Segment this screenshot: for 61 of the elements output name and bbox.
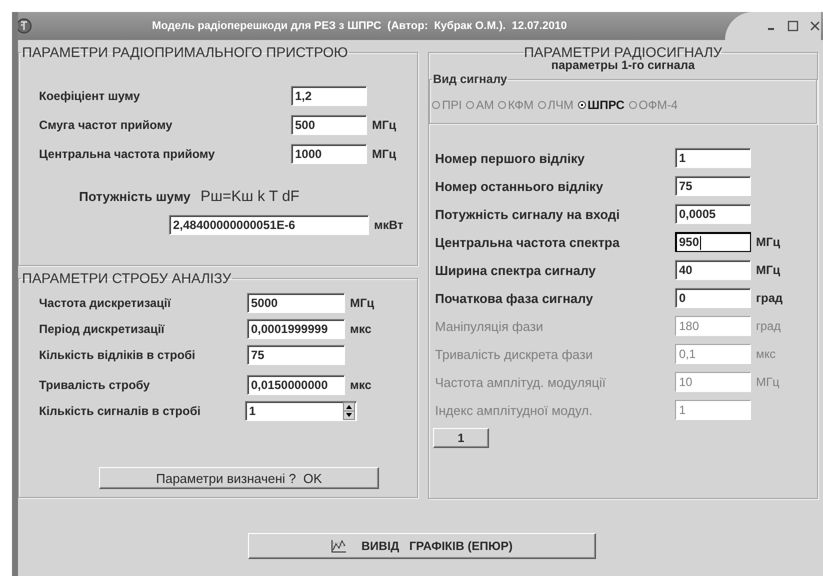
unit-label: МГц <box>756 263 780 277</box>
signal-number-button[interactable]: 1 <box>433 428 489 448</box>
unit-label: МГц <box>350 296 374 310</box>
unit-label: МГц <box>372 118 396 132</box>
input-field[interactable]: 1000 <box>291 144 367 164</box>
field-label: Частота дискретизації <box>39 296 172 310</box>
group-title: Вид сигналу <box>432 72 508 86</box>
input-field[interactable]: 1 <box>675 148 751 168</box>
field-label: Смуга частот прийому <box>39 118 174 132</box>
field-label: Тривалість дискрета фази <box>435 346 594 362</box>
unit-label: мкс <box>756 347 776 361</box>
input-field[interactable]: 5000 <box>247 293 345 313</box>
group-title: ПАРАМЕТРИ РАДІОСИГНАЛУ <box>524 44 722 60</box>
formula-text: Pш=Kш k T dF <box>200 188 300 205</box>
unit-label: град <box>756 319 781 333</box>
maximize-icon[interactable] <box>787 20 799 32</box>
field-label: Центральна частота прийому <box>39 147 216 161</box>
unit-label: мкс <box>350 378 372 392</box>
input-field[interactable]: 75 <box>247 345 345 365</box>
unit-label: мкВт <box>374 218 404 232</box>
input-field[interactable]: 75 <box>675 176 751 196</box>
field-label: Коефіціент шуму <box>39 89 141 103</box>
chart-icon <box>331 539 348 553</box>
input-field[interactable]: 40 <box>675 260 751 280</box>
ok-button[interactable]: Параметри визначені ? OK <box>99 467 379 489</box>
field-label: Номер першого відліку <box>435 150 586 166</box>
spinner-arrows-icon[interactable] <box>343 402 355 420</box>
field-label: Кількість відліків в стробі <box>39 348 196 362</box>
field-label: Початкова фаза сигналу <box>435 290 594 306</box>
field-label: Період дискретизації <box>39 322 166 336</box>
field-label: Номер останнього відліку <box>435 178 604 194</box>
field-label: Тривалість стробу <box>39 378 151 392</box>
unit-label: мкс <box>350 322 372 336</box>
input-field[interactable]: 0,0001999999 <box>247 319 345 339</box>
input-field[interactable]: 0,0005 <box>675 204 751 224</box>
field-label: Індекс амплітудної модул. <box>435 402 594 418</box>
field-label: Ширина спектра сигналу <box>435 262 597 278</box>
unit-label: МГц <box>372 147 396 161</box>
app-icon <box>18 18 32 34</box>
group-title: ПАРАМЕТРИ РАДІОПРИМАЛЬНОГО ПРИСТРОЮ <box>21 44 349 60</box>
output-graphs-button[interactable]: ВИВІД ГРАФІКІВ (ЕПЮР) <box>248 533 596 559</box>
input-field[interactable]: 500 <box>291 115 367 135</box>
noise-power-field[interactable]: 2,48400000000051E-6 <box>169 215 369 235</box>
unit-label: МГц <box>756 375 780 389</box>
input-field[interactable]: 1,2 <box>291 86 367 106</box>
field-label: Маніпуляція фази <box>435 318 544 334</box>
spinner-field[interactable]: 1 <box>245 401 357 421</box>
field-label: Потужність шуму <box>79 189 190 204</box>
close-icon[interactable] <box>809 20 821 32</box>
group-title: ПАРАМЕТРИ СТРОБУ АНАЛІЗУ <box>21 270 232 286</box>
input-field[interactable]: 0,0150000000 <box>247 375 345 395</box>
input-field[interactable]: 950 <box>675 232 751 252</box>
radio-option[interactable]: ШПРС <box>578 98 625 112</box>
unit-label: МГц <box>756 235 780 249</box>
field-label: Кількість сигналів в стробі <box>39 404 202 418</box>
field-label: Частота амплітуд. модуляції <box>435 374 607 390</box>
input-field[interactable]: 0 <box>675 288 751 308</box>
window-title: Модель радіоперешкоди для РЕЗ з ШПРС (Автор: Кубрак О.М.). 12.07.2010 <box>152 20 567 32</box>
field-label: Потужність сигналу на вході <box>435 206 621 222</box>
unit-label: град <box>756 291 783 305</box>
field-label: Центральна частота спектра <box>435 234 621 250</box>
